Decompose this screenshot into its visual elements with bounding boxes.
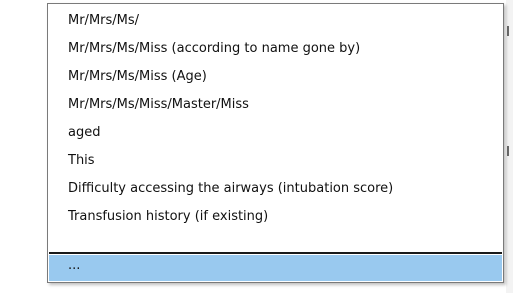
dropdown-item[interactable]: This (49, 147, 502, 175)
screen: Mr/Mrs/Ms/ Mr/Mrs/Ms/Miss (according to … (0, 0, 513, 293)
background-window-mark (507, 146, 509, 156)
dropdown-list[interactable]: Mr/Mrs/Ms/ Mr/Mrs/Ms/Miss (according to … (47, 3, 504, 283)
dropdown-item-selected[interactable]: ... (49, 255, 502, 281)
dropdown-item[interactable]: Mr/Mrs/Ms/Miss/Master/Miss (49, 91, 502, 119)
background-window-mark (507, 26, 509, 36)
dropdown-separator (49, 252, 502, 254)
dropdown-item[interactable]: Transfusion history (if existing) (49, 203, 502, 231)
dropdown-item[interactable]: Mr/Mrs/Ms/Miss (according to name gone b… (49, 35, 502, 63)
dropdown-item[interactable]: Mr/Mrs/Ms/Miss (Age) (49, 63, 502, 91)
dropdown-items: Mr/Mrs/Ms/ Mr/Mrs/Ms/Miss (according to … (49, 7, 502, 231)
dropdown-item[interactable]: Mr/Mrs/Ms/ (49, 7, 502, 35)
dropdown-item[interactable]: Difficulty accessing the airways (intuba… (49, 175, 502, 203)
dropdown-item[interactable]: aged (49, 119, 502, 147)
